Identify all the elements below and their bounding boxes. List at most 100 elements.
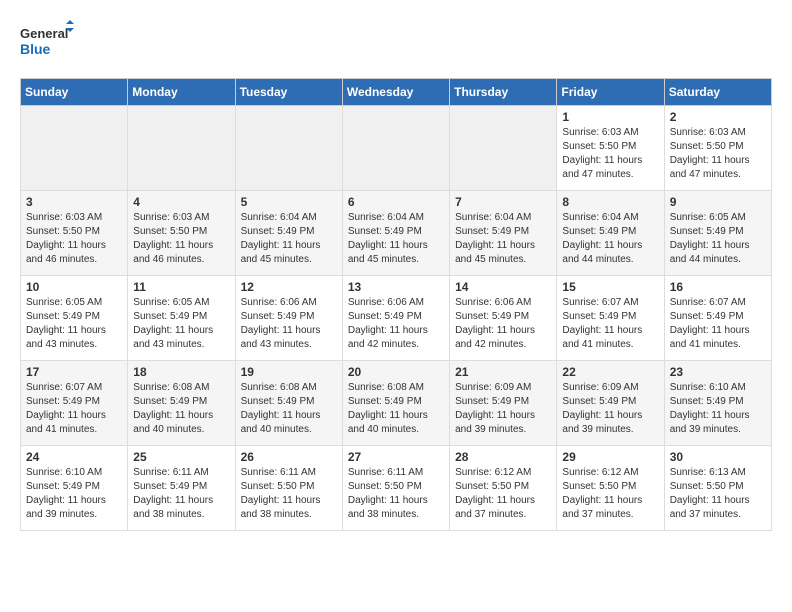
calendar-cell: 3Sunrise: 6:03 AM Sunset: 5:50 PM Daylig…: [21, 191, 128, 276]
svg-text:Blue: Blue: [20, 41, 51, 57]
day-info: Sunrise: 6:09 AM Sunset: 5:49 PM Dayligh…: [562, 381, 658, 437]
calendar-cell: 5 Sunrise: 6:04 AM Sunset: 5:49 PM Daylig…: [235, 191, 342, 276]
day-info: Sunrise: 6:05 AM Sunset: 5:49 PM Dayligh…: [26, 296, 122, 352]
day-number: 4: [133, 195, 229, 209]
day-number: 19: [241, 365, 337, 379]
week-row-0: 1 Sunrise: 6:03 AM Sunset: 5:50 PM Daylig…: [21, 106, 772, 191]
day-info: Sunrise: 6:04 AM Sunset: 5:49 PM Dayligh…: [348, 211, 444, 267]
day-info: Sunrise: 6:06 AM Sunset: 5:49 PM Dayligh…: [455, 296, 551, 352]
day-info: Sunrise: 6:04 AM Sunset: 5:49 PM Dayligh…: [241, 211, 337, 267]
calendar-cell: 24 Sunrise: 6:10 AM Sunset: 5:49 PM Dayli…: [21, 446, 128, 531]
calendar-cell: [342, 106, 449, 191]
day-header-saturday: Saturday: [664, 79, 771, 106]
calendar-cell: 23 Sunrise: 6:10 AM Sunset: 5:49 PM Dayli…: [664, 361, 771, 446]
calendar-cell: 20Sunrise: 6:08 AM Sunset: 5:49 PM Dayli…: [342, 361, 449, 446]
week-row-3: 17 Sunrise: 6:07 AM Sunset: 5:49 PM Dayli…: [21, 361, 772, 446]
day-number: 28: [455, 450, 551, 464]
calendar-cell: 27 Sunrise: 6:11 AM Sunset: 5:50 PM Dayli…: [342, 446, 449, 531]
day-number: 5: [241, 195, 337, 209]
day-info: Sunrise: 6:04 AM Sunset: 5:49 PM Dayligh…: [455, 211, 551, 267]
day-info: Sunrise: 6:05 AM Sunset: 5:49 PM Dayligh…: [133, 296, 229, 352]
day-info: Sunrise: 6:10 AM Sunset: 5:49 PM Dayligh…: [670, 381, 766, 437]
calendar-cell: 1 Sunrise: 6:03 AM Sunset: 5:50 PM Daylig…: [557, 106, 664, 191]
calendar-cell: [21, 106, 128, 191]
week-row-1: 3Sunrise: 6:03 AM Sunset: 5:50 PM Daylig…: [21, 191, 772, 276]
day-header-wednesday: Wednesday: [342, 79, 449, 106]
header: General Blue: [20, 16, 772, 70]
day-number: 21: [455, 365, 551, 379]
calendar-cell: 19 Sunrise: 6:08 AM Sunset: 5:49 PM Dayli…: [235, 361, 342, 446]
day-number: 2: [670, 110, 766, 124]
day-info: Sunrise: 6:11 AM Sunset: 5:50 PM Dayligh…: [348, 466, 444, 522]
day-number: 16: [670, 280, 766, 294]
calendar-cell: 18Sunrise: 6:08 AM Sunset: 5:49 PM Dayli…: [128, 361, 235, 446]
day-info: Sunrise: 6:03 AM Sunset: 5:50 PM Dayligh…: [133, 211, 229, 267]
day-header-sunday: Sunday: [21, 79, 128, 106]
day-number: 1: [562, 110, 658, 124]
day-info: Sunrise: 6:03 AM Sunset: 5:50 PM Dayligh…: [26, 211, 122, 267]
week-row-2: 10 Sunrise: 6:05 AM Sunset: 5:49 PM Dayli…: [21, 276, 772, 361]
day-number: 11: [133, 280, 229, 294]
day-number: 14: [455, 280, 551, 294]
calendar-cell: [128, 106, 235, 191]
day-number: 29: [562, 450, 658, 464]
day-number: 25: [133, 450, 229, 464]
days-header-row: SundayMondayTuesdayWednesdayThursdayFrid…: [21, 79, 772, 106]
calendar-cell: 22 Sunrise: 6:09 AM Sunset: 5:49 PM Dayli…: [557, 361, 664, 446]
day-number: 23: [670, 365, 766, 379]
day-header-friday: Friday: [557, 79, 664, 106]
day-number: 10: [26, 280, 122, 294]
day-number: 24: [26, 450, 122, 464]
day-info: Sunrise: 6:07 AM Sunset: 5:49 PM Dayligh…: [26, 381, 122, 437]
day-info: Sunrise: 6:06 AM Sunset: 5:49 PM Dayligh…: [241, 296, 337, 352]
calendar-cell: 16 Sunrise: 6:07 AM Sunset: 5:49 PM Dayli…: [664, 276, 771, 361]
day-info: Sunrise: 6:03 AM Sunset: 5:50 PM Dayligh…: [562, 126, 658, 182]
calendar-cell: 4 Sunrise: 6:03 AM Sunset: 5:50 PM Daylig…: [128, 191, 235, 276]
day-header-thursday: Thursday: [450, 79, 557, 106]
calendar-cell: 8 Sunrise: 6:04 AM Sunset: 5:49 PM Daylig…: [557, 191, 664, 276]
day-number: 12: [241, 280, 337, 294]
day-info: Sunrise: 6:04 AM Sunset: 5:49 PM Dayligh…: [562, 211, 658, 267]
day-number: 22: [562, 365, 658, 379]
day-info: Sunrise: 6:06 AM Sunset: 5:49 PM Dayligh…: [348, 296, 444, 352]
day-number: 8: [562, 195, 658, 209]
day-number: 7: [455, 195, 551, 209]
week-row-4: 24 Sunrise: 6:10 AM Sunset: 5:49 PM Dayli…: [21, 446, 772, 531]
day-info: Sunrise: 6:03 AM Sunset: 5:50 PM Dayligh…: [670, 126, 766, 182]
day-info: Sunrise: 6:05 AM Sunset: 5:49 PM Dayligh…: [670, 211, 766, 267]
day-header-tuesday: Tuesday: [235, 79, 342, 106]
logo: General Blue: [20, 20, 75, 70]
calendar-cell: 29 Sunrise: 6:12 AM Sunset: 5:50 PM Dayli…: [557, 446, 664, 531]
logo-svg: General Blue: [20, 20, 75, 65]
day-info: Sunrise: 6:12 AM Sunset: 5:50 PM Dayligh…: [562, 466, 658, 522]
calendar-header: SundayMondayTuesdayWednesdayThursdayFrid…: [21, 79, 772, 106]
day-number: 26: [241, 450, 337, 464]
calendar-cell: 28Sunrise: 6:12 AM Sunset: 5:50 PM Dayli…: [450, 446, 557, 531]
day-header-monday: Monday: [128, 79, 235, 106]
day-number: 15: [562, 280, 658, 294]
calendar-cell: [235, 106, 342, 191]
day-info: Sunrise: 6:07 AM Sunset: 5:49 PM Dayligh…: [670, 296, 766, 352]
day-info: Sunrise: 6:13 AM Sunset: 5:50 PM Dayligh…: [670, 466, 766, 522]
calendar-cell: 6 Sunrise: 6:04 AM Sunset: 5:49 PM Daylig…: [342, 191, 449, 276]
svg-text:General: General: [20, 26, 68, 41]
day-number: 18: [133, 365, 229, 379]
calendar-cell: 14 Sunrise: 6:06 AM Sunset: 5:49 PM Dayli…: [450, 276, 557, 361]
calendar-cell: 15 Sunrise: 6:07 AM Sunset: 5:49 PM Dayli…: [557, 276, 664, 361]
day-number: 13: [348, 280, 444, 294]
day-info: Sunrise: 6:07 AM Sunset: 5:49 PM Dayligh…: [562, 296, 658, 352]
calendar-cell: 13 Sunrise: 6:06 AM Sunset: 5:49 PM Dayli…: [342, 276, 449, 361]
day-info: Sunrise: 6:08 AM Sunset: 5:49 PM Dayligh…: [241, 381, 337, 437]
day-info: Sunrise: 6:10 AM Sunset: 5:49 PM Dayligh…: [26, 466, 122, 522]
calendar-cell: 21 Sunrise: 6:09 AM Sunset: 5:49 PM Dayli…: [450, 361, 557, 446]
day-number: 6: [348, 195, 444, 209]
calendar-table: SundayMondayTuesdayWednesdayThursdayFrid…: [20, 78, 772, 531]
day-number: 20: [348, 365, 444, 379]
calendar-cell: 10 Sunrise: 6:05 AM Sunset: 5:49 PM Dayli…: [21, 276, 128, 361]
calendar-cell: 30Sunrise: 6:13 AM Sunset: 5:50 PM Dayli…: [664, 446, 771, 531]
day-number: 17: [26, 365, 122, 379]
day-number: 27: [348, 450, 444, 464]
calendar-cell: 2 Sunrise: 6:03 AM Sunset: 5:50 PM Daylig…: [664, 106, 771, 191]
calendar-cell: [450, 106, 557, 191]
day-info: Sunrise: 6:09 AM Sunset: 5:49 PM Dayligh…: [455, 381, 551, 437]
